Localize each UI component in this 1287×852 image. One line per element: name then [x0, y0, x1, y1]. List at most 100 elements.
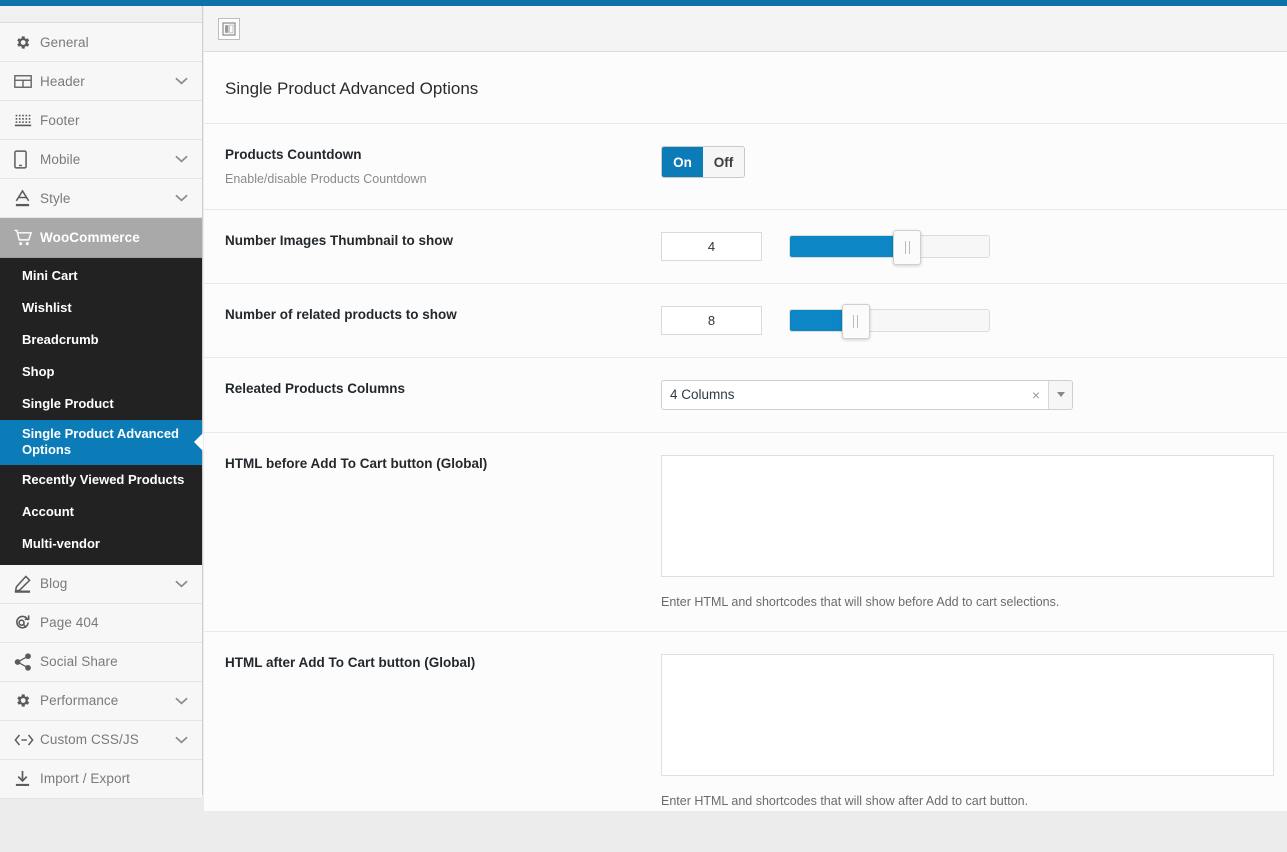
- sidebar-item-mobile[interactable]: Mobile: [0, 140, 202, 179]
- sidebar-item-label: Social Share: [40, 654, 118, 669]
- products-countdown-toggle[interactable]: On Off: [661, 146, 745, 178]
- share-icon: [14, 652, 40, 672]
- setting-row-left: Number Images Thumbnail to show: [225, 232, 661, 261]
- setting-row-images-thumbnail: Number Images Thumbnail to show: [204, 208, 1287, 283]
- setting-row-left: Number of related products to show: [225, 306, 661, 335]
- sidebar-item-page-404[interactable]: Page 404: [0, 603, 202, 643]
- html-before-note: Enter HTML and shortcodes that will show…: [661, 594, 1060, 609]
- sidebar-subitem-label: Recently Viewed Products: [22, 472, 185, 488]
- sidebar-item-import-export[interactable]: Import / Export: [0, 759, 202, 799]
- sidebar-item-footer[interactable]: Footer: [0, 101, 202, 140]
- active-pointer-icon: [194, 433, 203, 452]
- page-title: Single Product Advanced Options: [225, 79, 479, 98]
- setting-label: Number of related products to show: [225, 306, 457, 322]
- setting-row-right: 4 Columns ×: [661, 379, 1287, 410]
- setting-label: Number Images Thumbnail to show: [225, 232, 454, 248]
- gear-icon: [14, 691, 40, 711]
- chevron-down-icon[interactable]: [1048, 380, 1072, 409]
- html-after-textarea[interactable]: [661, 653, 1274, 776]
- sidebar-item-label: Page 404: [40, 615, 99, 630]
- images-thumbnail-control: [661, 229, 1287, 265]
- sidebar-submenu-woocommerce: Mini Cart Wishlist Breadcrumb Shop Singl…: [0, 258, 203, 565]
- sidebar-item-custom-css-js[interactable]: Custom CSS/JS: [0, 720, 202, 760]
- sidebar-subitem-multi-vendor[interactable]: Multi-vendor: [0, 529, 202, 561]
- sidebar-subitem-shop[interactable]: Shop: [0, 356, 202, 388]
- setting-row-products-countdown: Products Countdown Enable/disable Produc…: [204, 123, 1287, 209]
- panel-toolbar: [204, 6, 1287, 52]
- select-selected-value: 4 Columns: [670, 387, 735, 403]
- sidebar-subitem-label: Wishlist: [22, 299, 72, 315]
- sidebar-subitem-label: Single Product: [22, 395, 114, 411]
- clear-selection-icon[interactable]: ×: [1032, 387, 1040, 403]
- setting-label: HTML before Add To Cart button (Global): [225, 455, 488, 471]
- related-products-slider[interactable]: [789, 303, 990, 339]
- sidebar-subitem-label: Account: [22, 504, 74, 520]
- app-root: General Header Footer Mobile Style WooCo…: [0, 0, 1287, 852]
- page-404-icon: [14, 613, 40, 633]
- setting-row-html-before: HTML before Add To Cart button (Global) …: [204, 431, 1287, 631]
- setting-row-left: Releated Products Columns: [225, 380, 661, 410]
- setting-row-left: Products Countdown Enable/disable Produc…: [225, 146, 661, 187]
- sidebar-item-label: Header: [40, 73, 85, 89]
- sidebar-item-label: General: [40, 34, 89, 50]
- setting-row-related-columns: Releated Products Columns 4 Columns ×: [204, 356, 1287, 432]
- sidebar-subitem-account[interactable]: Account: [0, 497, 202, 529]
- sidebar-item-performance[interactable]: Performance: [0, 681, 202, 721]
- sidebar-layout-toggle-button[interactable]: [218, 17, 240, 40]
- sidebar-item-label: Custom CSS/JS: [40, 732, 139, 747]
- toggle-off-option[interactable]: Off: [703, 147, 744, 177]
- setting-row-related-products: Number of related products to show: [204, 282, 1287, 357]
- setting-row-left: HTML before Add To Cart button (Global): [225, 455, 661, 609]
- sidebar-item-general[interactable]: General: [0, 23, 202, 62]
- sidebar-top-spacer: [0, 6, 202, 23]
- sidebar-subitem-label: Shop: [22, 363, 55, 379]
- chevron-down-icon: [175, 194, 188, 203]
- chevron-down-icon: [175, 735, 188, 744]
- toggle-on-option[interactable]: On: [662, 147, 703, 177]
- sidebar-item-header[interactable]: Header: [0, 62, 202, 101]
- related-products-input[interactable]: [661, 305, 762, 335]
- slider-fill: [790, 235, 908, 257]
- sidebar-subitem-recently-viewed-products[interactable]: Recently Viewed Products: [0, 465, 202, 497]
- typography-icon: [14, 188, 40, 208]
- sidebar-item-label: WooCommerce: [40, 230, 140, 245]
- sidebar-subitem-mini-cart[interactable]: Mini Cart: [0, 260, 202, 292]
- sidebar-item-label: Footer: [40, 112, 80, 128]
- sidebar-subitem-label: Multi-vendor: [22, 536, 100, 552]
- code-icon: [14, 730, 40, 750]
- sidebar-layout-icon: [222, 21, 236, 36]
- sidebar-subitem-wishlist[interactable]: Wishlist: [0, 292, 202, 324]
- sidebar-item-style[interactable]: Style: [0, 179, 202, 218]
- html-before-textarea[interactable]: [661, 454, 1274, 577]
- sidebar-item-label: Performance: [40, 693, 119, 708]
- related-products-control: [661, 303, 1287, 339]
- slider-handle[interactable]: [841, 303, 870, 339]
- images-thumbnail-input[interactable]: [661, 231, 762, 261]
- sidebar: General Header Footer Mobile Style WooCo…: [0, 6, 203, 799]
- sidebar-subitem-label: Breadcrumb: [22, 331, 99, 347]
- sidebar-subitem-label: Single Product Advanced Options: [22, 426, 179, 458]
- slider-grip-icon: [904, 240, 910, 254]
- chevron-down-icon: [175, 696, 188, 705]
- sidebar-item-woocommerce[interactable]: WooCommerce: [0, 218, 202, 258]
- setting-row-right: Enter HTML and shortcodes that will show…: [661, 653, 1287, 808]
- sidebar-item-social-share[interactable]: Social Share: [0, 642, 202, 682]
- setting-label: HTML after Add To Cart button (Global): [225, 654, 476, 670]
- setting-row-right: Enter HTML and shortcodes that will show…: [661, 454, 1287, 609]
- images-thumbnail-slider[interactable]: [789, 229, 990, 265]
- sidebar-subitem-single-product[interactable]: Single Product: [0, 388, 202, 420]
- related-columns-select[interactable]: 4 Columns ×: [661, 379, 1073, 410]
- setting-row-right: [661, 303, 1287, 339]
- sidebar-item-blog[interactable]: Blog: [0, 564, 202, 604]
- mobile-phone-icon: [14, 149, 40, 169]
- setting-label: Products Countdown: [225, 147, 362, 162]
- setting-row-left: HTML after Add To Cart button (Global): [225, 654, 661, 808]
- gear-icon: [14, 32, 40, 52]
- sidebar-subitem-breadcrumb[interactable]: Breadcrumb: [0, 324, 202, 356]
- sidebar-subitem-single-product-advanced-options[interactable]: Single Product Advanced Options: [0, 420, 203, 465]
- sidebar-item-label: Style: [40, 190, 71, 206]
- chevron-down-icon: [175, 155, 188, 164]
- slider-handle[interactable]: [893, 229, 922, 265]
- sidebar-subitem-label: Mini Cart: [22, 267, 78, 283]
- cart-icon: [14, 228, 40, 248]
